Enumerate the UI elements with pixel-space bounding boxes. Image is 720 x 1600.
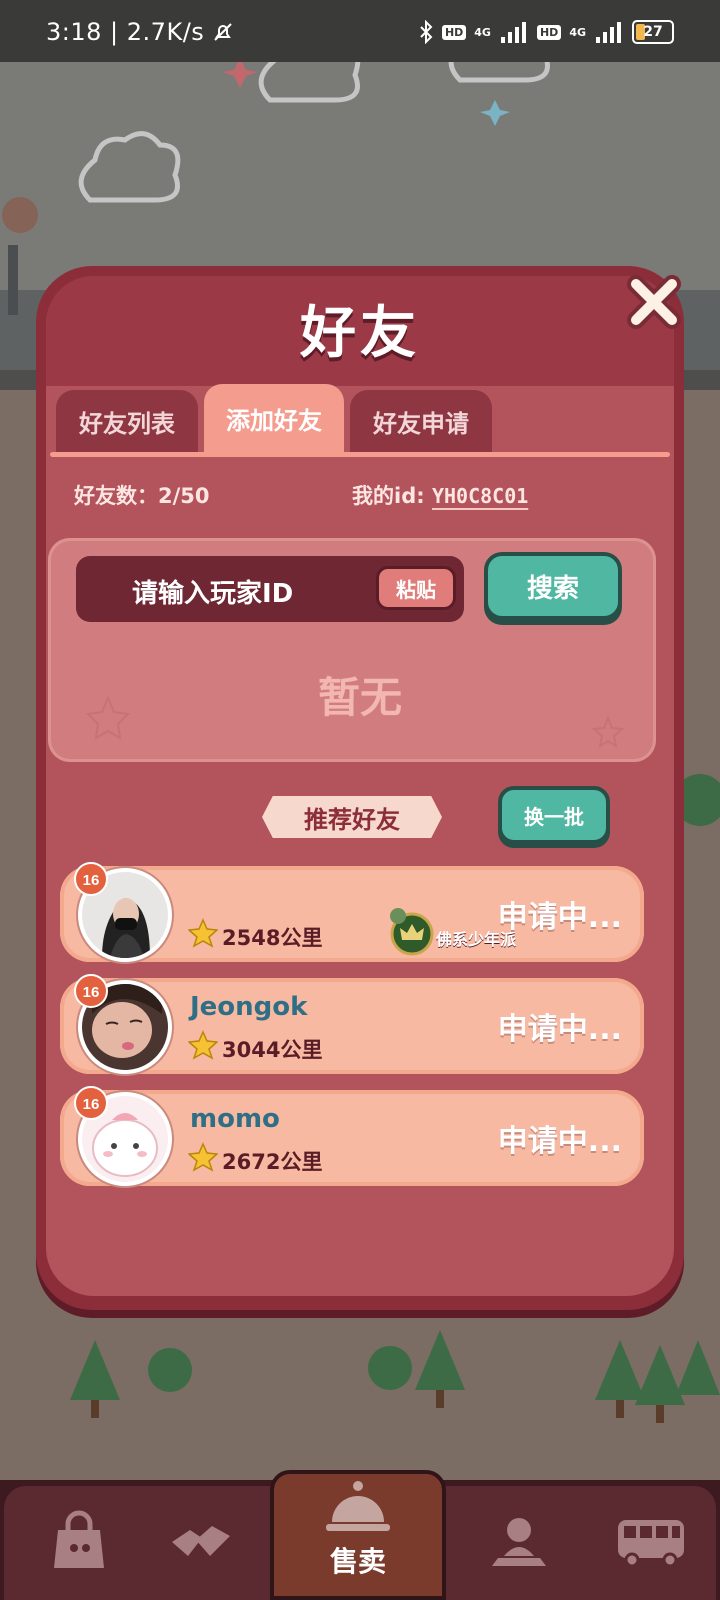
bag-icon[interactable]: [44, 1508, 114, 1574]
tab-add-friend[interactable]: 添加好友: [204, 384, 344, 452]
tab-friend-requests[interactable]: 好友申请: [350, 390, 492, 452]
signal-bars-icon: [596, 22, 621, 43]
tab-friend-list[interactable]: 好友列表: [56, 390, 198, 452]
status-separator: |: [110, 18, 119, 46]
signal-type-2: 4G: [569, 25, 586, 39]
my-id-value[interactable]: YH0C8C01: [432, 484, 528, 508]
battery-icon: 27: [632, 20, 674, 44]
level-text: 16: [83, 1096, 100, 1113]
status-bar: 3:18 | 2.7K/s HD 4G HD 4G 27: [0, 0, 720, 62]
hd-badge-1: HD: [441, 24, 467, 40]
my-id: 我的id: YH0C8C01: [352, 480, 528, 510]
bus-icon[interactable]: [612, 1508, 690, 1574]
player-distance: 2548公里: [222, 926, 323, 950]
bell-off-icon: [214, 23, 233, 41]
recommend-player-row[interactable]: 16 momo 2672公里 申请中...: [60, 1086, 644, 1186]
hd-badge-2: HD: [536, 24, 562, 40]
my-id-label: 我的id:: [352, 484, 425, 508]
level-badge: 16: [74, 862, 108, 896]
player-name: Jeongok: [190, 992, 308, 1022]
paste-button[interactable]: 粘贴: [376, 566, 456, 610]
star-icon: [188, 918, 218, 948]
level-text: 16: [83, 872, 100, 889]
battery-level: 27: [643, 24, 663, 40]
handshake-icon[interactable]: [166, 1508, 236, 1574]
empty-result-text: 暂无: [317, 673, 402, 722]
friend-count: 好友数：2/50: [74, 480, 210, 510]
tab-underline: [50, 452, 670, 457]
recommend-player-row[interactable]: 16 2548公里 佛系少年派 申请中...: [60, 862, 644, 962]
sell-tab[interactable]: 售卖: [270, 1470, 446, 1600]
player-distance: 2672公里: [222, 1150, 323, 1174]
recommend-title: 推荐好友: [262, 796, 442, 838]
level-badge: 16: [74, 1086, 108, 1120]
service-bell-icon: [326, 1481, 390, 1531]
network-speed: 2.7K/s: [126, 18, 205, 46]
player-id-placeholder: 请输入玩家ID: [132, 579, 294, 609]
clock: 3:18: [46, 18, 102, 46]
bluetooth-icon: [420, 20, 433, 44]
level-text: 16: [83, 984, 100, 1001]
request-status: 申请中...: [497, 1124, 622, 1159]
crown-icon: [390, 908, 434, 956]
status-left: 3:18 | 2.7K/s: [46, 18, 234, 46]
signal-type-1: 4G: [474, 25, 491, 39]
sell-label: 售卖: [329, 1545, 386, 1578]
friend-count-value: 2/50: [158, 484, 210, 508]
signal-bars-icon: [500, 22, 526, 43]
star-icon: [188, 1030, 218, 1060]
search-button[interactable]: 搜索: [484, 552, 622, 620]
dialog-title: 好友: [300, 301, 420, 366]
level-badge: 16: [74, 974, 108, 1008]
recommend-player-row[interactable]: 16 Jeongok 3044公里 申请中...: [60, 974, 644, 1074]
request-status: 申请中...: [497, 900, 622, 935]
star-icon: [188, 1142, 218, 1172]
map-person-icon[interactable]: [484, 1508, 554, 1574]
player-distance: 3044公里: [222, 1038, 323, 1062]
status-right: HD 4G HD 4G 27: [418, 20, 674, 44]
friends-dialog: 好友 好友列表 添加好友 好友申请 好友数：2/50 我的id: YH0C8C0…: [36, 266, 684, 1310]
player-name: momo: [190, 1104, 280, 1134]
friend-count-label: 好友数：: [74, 484, 158, 508]
refresh-batch-button[interactable]: 换一批: [498, 786, 610, 844]
request-status: 申请中...: [497, 1012, 622, 1047]
close-icon[interactable]: [622, 270, 686, 334]
